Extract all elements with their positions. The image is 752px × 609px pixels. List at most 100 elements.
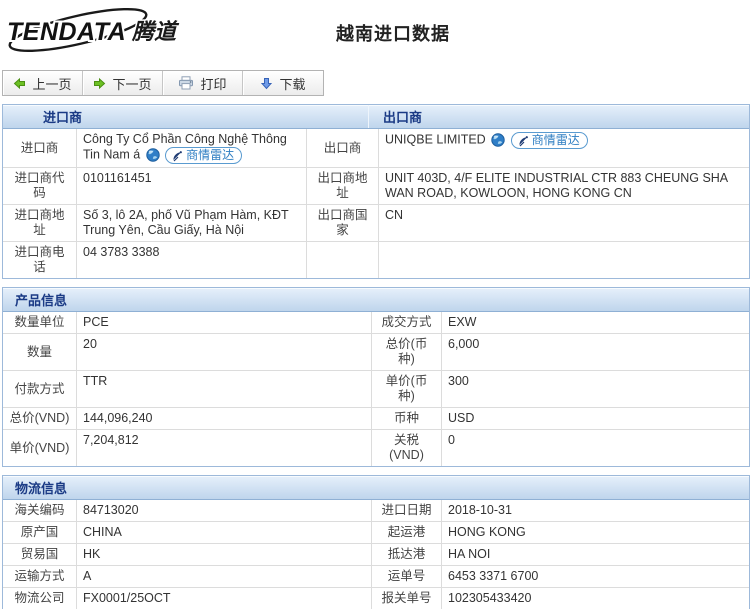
section-product-info: 产品信息 数量单位 PCE 成交方式 EXW 数量 20 总价(币种) 6,00…	[2, 287, 750, 467]
globe-icon[interactable]	[146, 148, 160, 162]
exporter-country-label: 出口商国家	[307, 204, 379, 241]
payment-method-label: 付款方式	[3, 370, 77, 407]
total-vnd-label: 总价(VND)	[3, 407, 77, 429]
download-button[interactable]: 下载	[243, 71, 323, 95]
importer-phone-label: 进口商电话	[3, 241, 77, 278]
globe-icon[interactable]	[491, 133, 505, 147]
table-row: 进口商地址 Số 3, lô 2A, phố Vũ Phạm Hàm, KĐT …	[3, 204, 749, 241]
payment-method-value: TTR	[77, 370, 372, 407]
transport-mode-value: A	[77, 565, 372, 587]
importer-name-label: 进口商	[3, 129, 77, 167]
hs-code-value: 84713020	[77, 500, 372, 521]
logistics-company-value: FX0001/25OCT	[77, 587, 372, 609]
print-button[interactable]: 打印	[163, 71, 243, 95]
importer-name-cell: Công Ty Cổ Phần Công Nghệ Thông Tin Nam …	[77, 129, 307, 167]
exporter-country-value: CN	[379, 204, 749, 241]
table-row: 海关编码 84713020 进口日期 2018-10-31	[3, 500, 749, 521]
importer-phone-value: 04 3783 3388	[77, 241, 307, 278]
prev-page-button[interactable]: 上一页	[3, 71, 83, 95]
trade-country-value: HK	[77, 543, 372, 565]
page-title: 越南进口数据	[0, 20, 752, 46]
customs-declaration-label: 报关单号	[372, 587, 442, 609]
exporter-section-title: 出口商	[368, 105, 749, 128]
importer-address-value: Số 3, lô 2A, phố Vũ Phạm Hàm, KĐT Trung …	[77, 204, 307, 241]
table-row: 数量 20 总价(币种) 6,000	[3, 333, 749, 370]
qty-value: 20	[77, 333, 372, 370]
business-radar-badge[interactable]: 商情雷达	[511, 132, 588, 149]
table-row: 原产国 CHINA 起运港 HONG KONG	[3, 521, 749, 543]
radar-dish-icon	[517, 135, 529, 147]
table-row: 贸易国 HK 抵达港 HA NOI	[3, 543, 749, 565]
table-row: 进口商电话 04 3783 3388	[3, 241, 749, 278]
tariff-vnd-value: 0	[442, 429, 749, 466]
incoterm-value: EXW	[442, 312, 749, 333]
section-importer-exporter: 进口商 出口商 进口商 Công Ty Cổ Phần Công Nghệ Th…	[2, 104, 750, 279]
logistics-section-title: 物流信息	[3, 478, 67, 497]
toolbar: 上一页 下一页 打印 下载	[2, 70, 324, 96]
importer-section-title: 进口商	[3, 105, 368, 128]
table-row: 数量单位 PCE 成交方式 EXW	[3, 312, 749, 333]
next-page-label: 下一页	[112, 74, 151, 93]
table-row: 物流公司 FX0001/25OCT 报关单号 102305433420	[3, 587, 749, 609]
total-currency-value: 6,000	[442, 333, 749, 370]
qty-unit-value: PCE	[77, 312, 372, 333]
radar-dish-icon	[171, 150, 183, 162]
empty-value-cell	[379, 241, 749, 278]
download-label: 下载	[279, 74, 305, 93]
qty-unit-label: 数量单位	[3, 312, 77, 333]
product-section-title: 产品信息	[3, 290, 67, 309]
section-header-row: 物流信息	[3, 476, 749, 500]
incoterm-label: 成交方式	[372, 312, 442, 333]
arrow-left-icon	[13, 77, 26, 90]
arrow-down-icon	[260, 77, 273, 90]
section-header-row: 进口商 出口商	[3, 105, 749, 129]
arrival-port-label: 抵达港	[372, 543, 442, 565]
badge-label: 商情雷达	[532, 133, 580, 148]
import-date-label: 进口日期	[372, 500, 442, 521]
importer-code-value: 0101161451	[77, 167, 307, 204]
total-currency-label: 总价(币种)	[372, 333, 442, 370]
currency-label: 币种	[372, 407, 442, 429]
departure-port-value: HONG KONG	[442, 521, 749, 543]
section-logistics-info: 物流信息 海关编码 84713020 进口日期 2018-10-31 原产国 C…	[2, 475, 750, 609]
unit-price-vnd-value: 7,204,812	[77, 429, 372, 466]
prev-page-label: 上一页	[32, 74, 71, 93]
tariff-vnd-label: 关税(VND)	[372, 429, 442, 466]
exporter-address-label: 出口商地址	[307, 167, 379, 204]
currency-value: USD	[442, 407, 749, 429]
total-vnd-value: 144,096,240	[77, 407, 372, 429]
trade-country-label: 贸易国	[3, 543, 77, 565]
table-row: 运输方式 A 运单号 6453 3371 6700	[3, 565, 749, 587]
table-row: 单价(VND) 7,204,812 关税(VND) 0	[3, 429, 749, 466]
print-label: 打印	[200, 74, 226, 93]
origin-country-value: CHINA	[77, 521, 372, 543]
waybill-number-value: 6453 3371 6700	[442, 565, 749, 587]
exporter-name: UNIQBE LIMITED	[385, 133, 486, 147]
unit-price-currency-value: 300	[442, 370, 749, 407]
unit-price-vnd-label: 单价(VND)	[3, 429, 77, 466]
empty-label-cell	[307, 241, 379, 278]
unit-price-currency-label: 单价(币种)	[372, 370, 442, 407]
next-page-button[interactable]: 下一页	[83, 71, 163, 95]
transport-mode-label: 运输方式	[3, 565, 77, 587]
logistics-company-label: 物流公司	[3, 587, 77, 609]
import-date-value: 2018-10-31	[442, 500, 749, 521]
exporter-name-label: 出口商	[307, 129, 379, 167]
hs-code-label: 海关编码	[3, 500, 77, 521]
origin-country-label: 原产国	[3, 521, 77, 543]
page-header: TENDATA 腾道 越南进口数据	[0, 0, 752, 64]
table-row: 进口商代码 0101161451 出口商地址 UNIT 403D, 4/F EL…	[3, 167, 749, 204]
qty-label: 数量	[3, 333, 77, 370]
importer-code-label: 进口商代码	[3, 167, 77, 204]
arrival-port-value: HA NOI	[442, 543, 749, 565]
badge-label: 商情雷达	[186, 148, 234, 163]
waybill-number-label: 运单号	[372, 565, 442, 587]
departure-port-label: 起运港	[372, 521, 442, 543]
exporter-name-cell: UNIQBE LIMITED 商情雷达	[379, 129, 749, 167]
table-row: 总价(VND) 144,096,240 币种 USD	[3, 407, 749, 429]
business-radar-badge[interactable]: 商情雷达	[165, 147, 242, 164]
customs-declaration-value: 102305433420	[442, 587, 749, 609]
table-row: 进口商 Công Ty Cổ Phần Công Nghệ Thông Tin …	[3, 129, 749, 167]
printer-icon	[178, 76, 194, 90]
table-row: 付款方式 TTR 单价(币种) 300	[3, 370, 749, 407]
